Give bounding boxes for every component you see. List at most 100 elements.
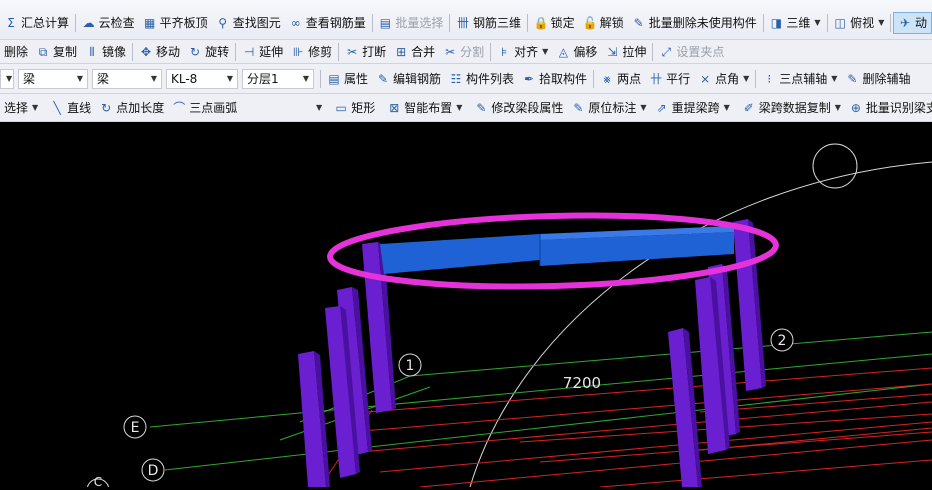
draw-line-button[interactable]: ╲ 直线 — [46, 97, 95, 119]
main-batch-delete-button[interactable]: ✎ 批量删除未使用构件 — [628, 12, 761, 34]
toolbar-separator — [235, 42, 237, 61]
modify-rotate-button[interactable]: ↻ 旋转 — [184, 41, 233, 63]
chevron-down-icon[interactable]: ▼ — [77, 74, 83, 83]
main-binoculars-button[interactable]: ⚲ 查找图元 — [212, 12, 285, 34]
merge-icon: ⊞ — [396, 44, 407, 59]
modify-align-button[interactable]: ⊧ 对齐 ▼ — [493, 41, 552, 63]
point-angle-icon: ⨯ — [700, 71, 711, 86]
modify-copy-button[interactable]: ⧉ 复制 — [32, 41, 81, 63]
3d-view[interactable]: 1 2 E D C 7200 — [0, 122, 932, 490]
main-unlock-button[interactable]: 🔓 解锁 — [579, 12, 628, 34]
chevron-down-icon[interactable]: ▼ — [456, 103, 462, 112]
main-cloud-check-button[interactable]: ☁ 云检查 — [78, 12, 139, 34]
component-pick-component-button[interactable]: ✒ 拾取构件 — [518, 68, 591, 90]
axis-bubble-2[interactable]: 2 — [770, 328, 794, 352]
component-select-2[interactable]: 梁 ▼ — [92, 68, 162, 89]
modify-merge-button[interactable]: ⊞ 合并 — [390, 41, 439, 63]
main-lock-button[interactable]: 🔒 锁定 — [530, 12, 579, 34]
chevron-down-icon[interactable]: ▼ — [743, 74, 749, 83]
parallel-icon: 卄 — [650, 71, 663, 86]
toolbar-separator — [449, 13, 451, 32]
main-button-label: 锁定 — [550, 16, 575, 30]
main-batch-select-button[interactable]: ▤ 批量选择 — [374, 12, 447, 34]
component-select-0[interactable]: ▼ — [0, 68, 14, 89]
chevron-down-icon[interactable]: ▼ — [303, 74, 309, 83]
main-glasses-button[interactable]: ∞ 查看钢筋量 — [285, 12, 370, 34]
component-point-angle-button[interactable]: ⨯ 点角 ▼ — [694, 68, 753, 90]
component-select-value: 梁 — [23, 72, 36, 86]
toolbar-separator — [338, 42, 340, 61]
draw-batch-identify-button[interactable]: ⊕ 批量识别梁支 — [845, 97, 932, 119]
component-properties-button[interactable]: ▤ 属性 — [323, 68, 372, 90]
modify-button-label: 打断 — [362, 45, 387, 59]
modify-move-button[interactable]: ✥ 移动 — [135, 41, 184, 63]
drawing-canvas[interactable]: 1 2 E D C 7200 — [0, 122, 932, 490]
main-dynamic-view-button[interactable]: ✈ 动 — [892, 11, 932, 34]
selected-beam[interactable] — [380, 226, 734, 274]
toolbar-separator — [762, 13, 764, 32]
draw-modify-beam-button[interactable]: ✎ 修改梁段属性 — [470, 97, 567, 119]
chevron-down-icon[interactable]: ▼ — [227, 74, 233, 83]
main-cube-3d-button[interactable]: ◨ 三维 ▼ — [765, 12, 824, 34]
draw-re-extract-span-button[interactable]: ⇗ 重提梁跨 ▼ — [651, 97, 734, 119]
main-button-label: 汇总计算 — [21, 16, 70, 30]
component-parallel-button[interactable]: 卄平行 — [645, 68, 694, 90]
main-align-slab-button[interactable]: ▦ 平齐板顶 — [139, 12, 212, 34]
modify-split-button[interactable]: ✂ 分割 — [439, 41, 488, 63]
draw-button-label: 矩形 — [351, 101, 376, 115]
component-button-label: 编辑钢筋 — [393, 72, 442, 86]
modify-break-button[interactable]: ✂ 打断 — [341, 41, 390, 63]
chevron-down-icon[interactable]: ▼ — [316, 103, 322, 112]
draw-select-button[interactable]: 选择 ▼ — [0, 97, 42, 119]
chevron-down-icon[interactable]: ▼ — [32, 103, 38, 112]
unlock-icon: 🔓 — [582, 15, 598, 30]
modify-trim-button[interactable]: ⊪ 修剪 — [287, 41, 336, 63]
modify-mirror-button[interactable]: ⫴ 镜像 — [81, 41, 130, 63]
chevron-down-icon[interactable]: ▼ — [151, 74, 157, 83]
chevron-down-icon[interactable]: ▼ — [724, 103, 730, 112]
component-component-list-button[interactable]: ☷ 构件列表 — [445, 68, 518, 90]
main-button-label: 钢筋三维 — [473, 16, 522, 30]
component-select-3[interactable]: KL-8 ▼ — [166, 68, 238, 89]
draw-rectangle-button[interactable]: ▭ 矩形 — [330, 97, 379, 119]
modify-delete-button[interactable]: 删除 — [0, 41, 32, 63]
axis-bubble-1[interactable]: 1 — [398, 353, 422, 377]
svg-text:C: C — [94, 475, 102, 487]
modify-extend-button[interactable]: ⊣ 延伸 — [238, 41, 287, 63]
modify-button-label: 偏移 — [573, 45, 598, 59]
draw-smart-layout-button[interactable]: ⊠ 智能布置 ▼ — [383, 97, 466, 119]
chevron-down-icon[interactable]: ▼ — [640, 103, 646, 112]
axis-bubble-d[interactable]: D — [141, 458, 165, 482]
component-select-value: 分层1 — [247, 72, 279, 86]
chevron-down-icon[interactable]: ▼ — [831, 74, 837, 83]
component-edit-rebar-button[interactable]: ✎ 编辑钢筋 — [372, 68, 445, 90]
component-two-point-button[interactable]: ⨳ 两点 — [596, 68, 645, 90]
axis-bubble-c[interactable]: C — [86, 475, 110, 490]
component-select-4[interactable]: 分层1 ▼ — [242, 68, 314, 89]
component-list-icon: ☷ — [450, 71, 462, 86]
modify-offset-button[interactable]: ◬ 偏移 — [552, 41, 601, 63]
chevron-down-icon[interactable]: ▼ — [814, 18, 820, 27]
chevron-down-icon[interactable]: ▼ — [835, 103, 841, 112]
component-button-label: 三点辅轴 — [779, 72, 828, 86]
component-delete-axis-button[interactable]: ✎ 删除辅轴 — [841, 68, 914, 90]
draw-in-situ-label-button[interactable]: ✎ 原位标注 ▼ — [567, 97, 650, 119]
chevron-down-icon[interactable]: ▼ — [6, 74, 12, 83]
axis-bubble-e[interactable]: E — [123, 415, 147, 439]
component-select-1[interactable]: 梁 ▼ — [18, 68, 88, 89]
main-top-view-button[interactable]: ◫ 俯视 ▼ — [829, 12, 888, 34]
green-grid-lines — [149, 331, 932, 471]
draw-point-length-button[interactable]: ↻ 点加长度 — [95, 97, 168, 119]
chevron-down-icon[interactable]: ▼ — [878, 18, 884, 27]
main-sigma-button[interactable]: Σ 汇总计算 — [0, 12, 73, 34]
modify-grip-point-button[interactable]: ⤢ 设置夹点 — [655, 41, 728, 63]
modify-stretch-button[interactable]: ⇲ 拉伸 — [601, 41, 650, 63]
component-select-value: KL-8 — [171, 71, 198, 86]
component-three-point-axis-button[interactable]: ⁝ 三点辅轴 ▼ — [758, 68, 841, 90]
main-rebar-3d-button[interactable]: 卌钢筋三维 — [452, 12, 525, 34]
draw-span-copy-button[interactable]: ✐ 梁跨数据复制 ▼ — [738, 97, 845, 119]
lock-icon: 🔒 — [533, 15, 549, 30]
draw-three-point-arc-button[interactable]: ⌒ 三点画弧 ▼ — [168, 97, 326, 119]
modify-button-label: 设置夹点 — [676, 45, 725, 59]
chevron-down-icon[interactable]: ▼ — [542, 47, 548, 56]
